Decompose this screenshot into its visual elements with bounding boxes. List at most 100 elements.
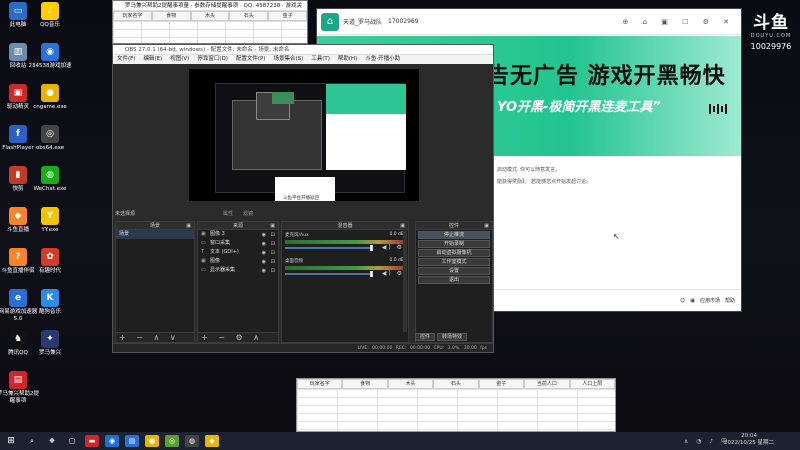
- taskbar-app-icon[interactable]: ◍: [185, 435, 199, 447]
- desktop-icon-label: 有趣时代: [38, 268, 61, 274]
- menu-item[interactable]: 编辑(E): [143, 55, 162, 64]
- scene-item[interactable]: 场景: [116, 230, 194, 239]
- menu-item[interactable]: 视图(V): [170, 55, 189, 64]
- source-item[interactable]: ▣ 图像 ◉ ⊡: [198, 257, 278, 266]
- column-header[interactable]: 木头: [387, 379, 434, 389]
- dock-tabs: 控件 转场特效: [415, 333, 468, 341]
- menu-item[interactable]: 斗鱼·开播小助: [365, 55, 400, 64]
- scenes-panel: 场景 ▣ 场景 + − ∧ ∨: [115, 221, 195, 343]
- menu-item[interactable]: 配置文件(P): [236, 55, 266, 64]
- dock-icon[interactable]: ▣: [484, 222, 489, 230]
- app-market-link[interactable]: 应用市场: [700, 297, 720, 304]
- taskbar-app-icon[interactable]: ▤: [125, 435, 139, 447]
- channel-db: 0.0 dB: [389, 232, 404, 237]
- taskbar-app-icon[interactable]: ◎: [165, 435, 179, 447]
- content-line-2: 能获得奖励】。 若能够您点开始发起讨论。: [497, 179, 592, 185]
- desktop-icon[interactable]: ♪ QQ音乐: [28, 2, 72, 29]
- desktop-icon[interactable]: ● cngame.exe: [28, 84, 72, 111]
- menu-item[interactable]: 工具(T): [311, 55, 330, 64]
- voice-bars-icon: [709, 104, 735, 114]
- help-link[interactable]: 帮助: [725, 297, 735, 304]
- column-header[interactable]: 石头: [433, 379, 479, 389]
- eye-icon[interactable]: ◉: [262, 267, 266, 276]
- clock[interactable]: 20:04 2022/10/25 星期二: [724, 433, 774, 447]
- dock-tab-controls[interactable]: 控件: [415, 333, 436, 341]
- slider-knob[interactable]: [370, 245, 374, 251]
- desktop-icon[interactable]: K 酷狗音乐: [28, 289, 72, 316]
- source-item[interactable]: T 文本 (GDI+) ◉ ⊡: [198, 248, 278, 257]
- control-button[interactable]: 设置: [418, 267, 490, 275]
- source-item[interactable]: ▭ 窗口采集 ◉ ⊡: [198, 239, 278, 248]
- slider-knob[interactable]: [370, 271, 374, 277]
- control-button[interactable]: 工作室模式: [418, 258, 490, 266]
- excel-window-top[interactable]: 罗马兼兴帮助2提醒事项量 · 参数存储提醒事项 · QQ: 4587238 · …: [112, 0, 308, 44]
- taskbar-app-icon[interactable]: ◆: [205, 435, 219, 447]
- taskbar-app-icon[interactable]: ▬: [85, 435, 99, 447]
- douyu-logo: 斗鱼 DOUYU.COM 10029976: [746, 8, 796, 51]
- column-header[interactable]: 金子: [268, 11, 307, 21]
- excel-top-grid[interactable]: [113, 21, 307, 43]
- taskbar-app-icon[interactable]: ▢: [65, 435, 79, 447]
- control-button[interactable]: 开始录制: [418, 240, 490, 248]
- emoji-icon[interactable]: ☺: [680, 298, 685, 304]
- excel-top-header: 玩家名字 食物 木头 石头 金子: [113, 11, 307, 21]
- home-icon[interactable]: ⌂: [321, 12, 339, 31]
- column-header[interactable]: 玩家名字: [113, 11, 152, 21]
- taskbar-app-icon[interactable]: ❖: [45, 435, 59, 447]
- menu-item[interactable]: 文件(F): [117, 55, 135, 64]
- obs-preview[interactable]: 斗鱼平台开播返回: [189, 69, 419, 201]
- control-button[interactable]: 停止推流: [418, 231, 490, 239]
- source-type-icon: ▭: [201, 267, 206, 273]
- taskbar-app-icon[interactable]: ◉: [105, 435, 119, 447]
- tab-properties[interactable]: 属性: [223, 210, 233, 217]
- excel-bottom-grid[interactable]: [297, 389, 615, 431]
- volume-slider[interactable]: [285, 271, 374, 277]
- menu-item[interactable]: 停靠窗口(D): [197, 55, 228, 64]
- image-icon[interactable]: ▣: [690, 298, 695, 304]
- desktop-icon[interactable]: ✿ 有趣时代: [28, 248, 72, 275]
- taskbar-app-icon[interactable]: ●: [145, 435, 159, 447]
- column-header[interactable]: 石头: [229, 11, 269, 21]
- menu-item[interactable]: 帮助(H): [338, 55, 357, 64]
- obs-window[interactable]: OBS 27.0.1 (64-bit, windows) - 配置文件: 未命名…: [112, 44, 494, 353]
- control-button[interactable]: 退出: [418, 276, 490, 284]
- controls-panel: 控件 ▣ 停止推流 开始录制 启动虚拟摄像机 工作室模式 设置 退出: [415, 221, 493, 343]
- column-header[interactable]: 食物: [151, 11, 191, 21]
- desktop-icon[interactable]: ◍ WeChat.exe: [28, 166, 72, 193]
- start-icon[interactable]: ⊞: [0, 432, 22, 450]
- source-item[interactable]: ▣ 图像 3 ◉ ⊡: [198, 230, 278, 239]
- dock-icon[interactable]: ▣: [270, 222, 275, 230]
- source-name: 显示器采集: [210, 267, 236, 273]
- control-button[interactable]: 启动虚拟摄像机: [418, 249, 490, 257]
- desktop-icon[interactable]: ◉ 234538游戏加速: [28, 43, 72, 70]
- speaker-icon[interactable]: ◀) ⚙: [382, 244, 404, 251]
- volume-slider[interactable]: [285, 245, 374, 251]
- mixer-scrollbar[interactable]: [403, 231, 407, 332]
- column-header[interactable]: 金子: [478, 379, 525, 389]
- desktop-icon[interactable]: ◎ obs64.exe: [28, 125, 72, 152]
- excel-window-bottom[interactable]: 玩家名字 食物 木头 石头 金子 当前人口 人口上限: [296, 378, 616, 432]
- search-icon[interactable]: ⌕: [25, 435, 39, 447]
- tab-filters[interactable]: 滤镜: [243, 210, 253, 217]
- douyu-tab-title[interactable]: 天道_罗马战队: [343, 17, 382, 26]
- desktop-icon[interactable]: Y YY.exe: [28, 207, 72, 234]
- sources-footer-buttons[interactable]: + − ⚙ ∧ ∨: [198, 332, 278, 351]
- menu-item[interactable]: 场景集合(S): [273, 55, 303, 64]
- dock-icon[interactable]: ▣: [400, 222, 405, 230]
- column-header[interactable]: 人口上限: [569, 379, 615, 389]
- desktop-icon[interactable]: ▤ 罗马兼兴帮助2提醒事项: [0, 371, 40, 405]
- column-header[interactable]: 木头: [190, 11, 230, 21]
- scenes-header: 场景 ▣: [116, 222, 194, 230]
- dock-tab-transitions[interactable]: 转场特效: [437, 333, 468, 341]
- column-header[interactable]: 食物: [342, 379, 388, 389]
- dock-icon[interactable]: ▣: [186, 222, 191, 230]
- speaker-icon[interactable]: ◀) ⚙: [382, 270, 404, 277]
- douyu-toolbar-icons[interactable]: ⊕ ⌂ ▣ ☐ ⚙ ✕: [623, 18, 735, 26]
- column-header[interactable]: 当前人口: [524, 379, 570, 389]
- lock-icon[interactable]: ⊡: [271, 267, 275, 276]
- column-header[interactable]: 玩家名字: [297, 379, 343, 389]
- mixer-panel: 混音器 ▣ 麦克风/Aux 0.0 dB ◀) ⚙ 桌面音频 0.0 dB ◀) ⚙: [281, 221, 409, 343]
- source-item[interactable]: ▭ 显示器采集 ◉ ⊡: [198, 266, 278, 275]
- scenes-footer-buttons[interactable]: + − ∧ ∨: [116, 332, 194, 342]
- desktop-icon[interactable]: ✦ 罗马兼兴: [28, 330, 72, 357]
